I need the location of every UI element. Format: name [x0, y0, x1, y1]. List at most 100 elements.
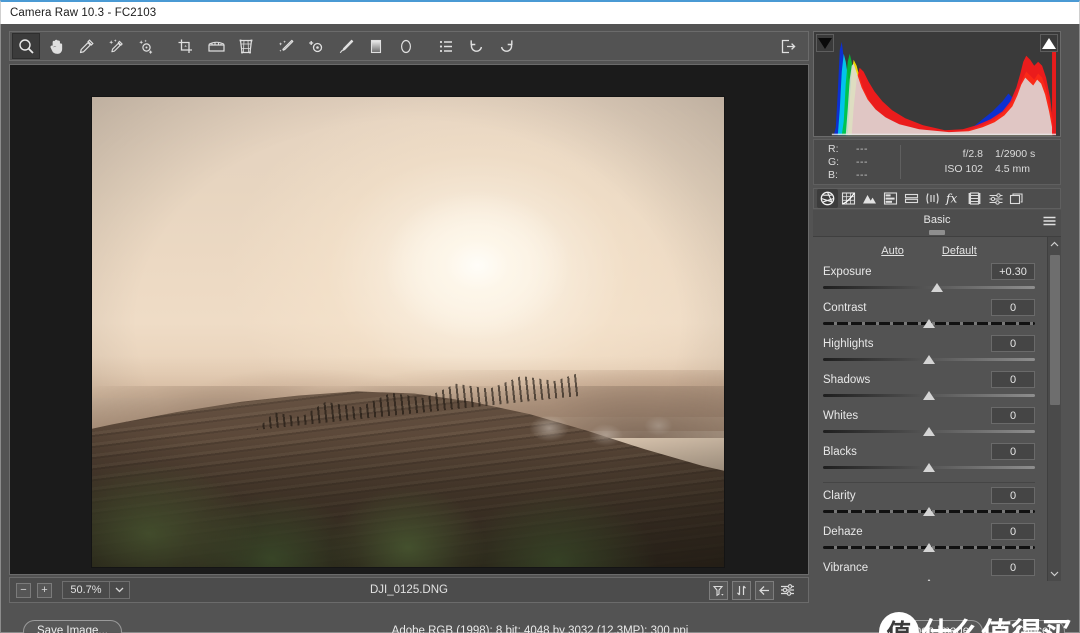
- exif-readout: f/2.8 1/2900 s ISO 102 4.5 mm: [900, 145, 1060, 179]
- iso-value: ISO 102: [944, 163, 983, 175]
- shutter-speed-value: 1/2900 s: [995, 148, 1036, 160]
- tab-presets[interactable]: [985, 189, 1006, 208]
- slider-track-highlights[interactable]: [823, 354, 1035, 367]
- image-canvas[interactable]: [9, 64, 809, 575]
- slider-knob-whites: [923, 427, 935, 436]
- tab-hsl-grayscale[interactable]: [880, 189, 901, 208]
- zoom-tool[interactable]: [12, 33, 40, 59]
- slider-highlights: Highlights 0: [823, 334, 1035, 367]
- slider-track-exposure[interactable]: [823, 282, 1035, 295]
- hand-tool[interactable]: [42, 33, 70, 59]
- watermark-text: 什么值得买: [921, 609, 1072, 633]
- slider-value-clarity[interactable]: 0: [991, 487, 1035, 504]
- scroll-up-icon[interactable]: [1048, 237, 1061, 251]
- slider-track-shadows[interactable]: [823, 390, 1035, 403]
- tab-detail[interactable]: [859, 189, 880, 208]
- graduated-filter-tool[interactable]: [362, 33, 390, 59]
- shadow-clipping-warning-icon[interactable]: [816, 34, 834, 52]
- presets-tool[interactable]: [432, 33, 460, 59]
- auto-link[interactable]: Auto: [881, 245, 904, 257]
- svg-text:fx: fx: [945, 192, 957, 206]
- slider-knob-shadows: [923, 391, 935, 400]
- vignette-overlay: [92, 97, 724, 567]
- rgb-row-r: R: ---: [828, 143, 900, 156]
- tab-camera-calibration[interactable]: [964, 189, 985, 208]
- exif-row-2: ISO 102 4.5 mm: [917, 162, 1060, 177]
- open-preferences-icon[interactable]: [774, 33, 802, 59]
- slider-track-contrast[interactable]: [823, 318, 1035, 331]
- rotate-counterclockwise-tool[interactable]: [462, 33, 490, 59]
- panel-menu-icon[interactable]: [1043, 214, 1056, 232]
- slider-shadows: Shadows 0: [823, 370, 1035, 403]
- straighten-tool[interactable]: [202, 33, 230, 59]
- slider-label-whites: Whites: [823, 409, 859, 422]
- slider-track-whites[interactable]: [823, 426, 1035, 439]
- filmstrip-settings-button[interactable]: [778, 581, 797, 600]
- slider-knob-contrast: [923, 319, 935, 328]
- rgb-readout: R: --- G: --- B: ---: [814, 143, 900, 182]
- previous-image-button[interactable]: [755, 580, 774, 600]
- adjustment-brush-tool[interactable]: [332, 33, 360, 59]
- slider-knob-clarity: [923, 507, 935, 516]
- slider-value-dehaze[interactable]: 0: [991, 523, 1035, 540]
- slider-exposure: Exposure +0.30: [823, 262, 1035, 295]
- panel-resize-grip[interactable]: [813, 229, 1061, 237]
- slider-value-blacks[interactable]: 0: [991, 443, 1035, 460]
- filter-button[interactable]: [709, 580, 728, 600]
- slider-knob-highlights: [923, 355, 935, 364]
- save-image-button[interactable]: Save Image...: [23, 619, 122, 633]
- preview-image[interactable]: [91, 96, 725, 568]
- histogram[interactable]: [813, 31, 1061, 137]
- slider-knob-blacks: [923, 463, 935, 472]
- tab-split-toning[interactable]: [901, 189, 922, 208]
- zoom-out-button[interactable]: −: [16, 582, 31, 598]
- highlight-clipping-warning-icon[interactable]: [1040, 34, 1058, 52]
- image-readout: R: --- G: --- B: --- f/2.8 1/2900 s ISO …: [813, 139, 1061, 185]
- window-title: Camera Raw 10.3 - FC2103: [10, 7, 157, 19]
- slider-dehaze: Dehaze 0: [823, 522, 1035, 555]
- scroll-down-icon[interactable]: [1048, 567, 1061, 581]
- white-balance-tool[interactable]: [72, 33, 100, 59]
- radial-filter-tool[interactable]: [392, 33, 420, 59]
- rgb-label-r: R:: [828, 142, 839, 155]
- slider-blacks: Blacks 0: [823, 442, 1035, 475]
- aperture-value: f/2.8: [962, 148, 983, 160]
- slider-track-clarity[interactable]: [823, 506, 1035, 519]
- color-sampler-tool[interactable]: [102, 33, 130, 59]
- red-eye-tool[interactable]: [302, 33, 330, 59]
- scrollbar-thumb[interactable]: [1050, 255, 1060, 405]
- zoom-level-select[interactable]: 50.7%: [62, 581, 130, 599]
- panel-scrollbar[interactable]: [1047, 237, 1061, 581]
- auto-default-row: Auto Default: [823, 237, 1035, 259]
- slider-clarity: Clarity 0: [823, 486, 1035, 519]
- slider-label-clarity: Clarity: [823, 489, 856, 502]
- application-frame: − + 50.7% DJI_0125.DNG R: --- G: --- B: …: [0, 24, 1080, 633]
- slider-value-whites[interactable]: 0: [991, 407, 1035, 424]
- watermark-logo: 值: [879, 611, 919, 633]
- slider-value-contrast[interactable]: 0: [991, 299, 1035, 316]
- rotate-clockwise-tool[interactable]: [492, 33, 520, 59]
- spot-removal-tool[interactable]: [272, 33, 300, 59]
- tab-lens-corrections[interactable]: [922, 189, 943, 208]
- slider-value-vibrance[interactable]: 0: [991, 559, 1035, 576]
- crop-tool[interactable]: [172, 33, 200, 59]
- toolbar: [9, 31, 809, 61]
- zoom-in-button[interactable]: +: [37, 582, 52, 598]
- tab-snapshots[interactable]: [1006, 189, 1027, 208]
- tab-tone-curve[interactable]: [838, 189, 859, 208]
- slider-value-highlights[interactable]: 0: [991, 335, 1035, 352]
- slider-value-exposure[interactable]: +0.30: [991, 263, 1035, 280]
- slider-track-vibrance[interactable]: [823, 578, 1035, 581]
- focal-length-value: 4.5 mm: [995, 163, 1031, 175]
- title-bar: Camera Raw 10.3 - FC2103: [0, 0, 1080, 24]
- rgb-row-g: G: ---: [828, 156, 900, 169]
- slider-value-shadows[interactable]: 0: [991, 371, 1035, 388]
- toggle-filmstrip-button[interactable]: [732, 580, 751, 600]
- tab-effects[interactable]: fx: [943, 189, 964, 208]
- slider-track-blacks[interactable]: [823, 462, 1035, 475]
- transform-tool[interactable]: [232, 33, 260, 59]
- default-link[interactable]: Default: [942, 245, 977, 257]
- targeted-adjustment-tool[interactable]: [132, 33, 160, 59]
- slider-track-dehaze[interactable]: [823, 542, 1035, 555]
- tab-basic[interactable]: [817, 189, 838, 208]
